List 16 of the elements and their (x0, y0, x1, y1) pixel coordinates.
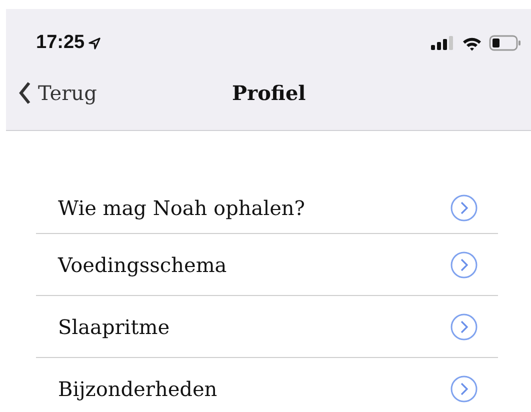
chevron-circle-icon (450, 250, 478, 278)
profile-menu-item[interactable]: Slaapritme (36, 296, 498, 358)
back-button[interactable]: Terug (6, 81, 97, 105)
location-arrow-icon (88, 36, 101, 50)
profile-menu-item[interactable]: Bijzonderheden (36, 358, 498, 412)
battery-icon (489, 35, 521, 51)
chevron-circle-icon (450, 375, 478, 403)
wifi-icon (462, 36, 482, 50)
chevron-circle-icon (450, 194, 478, 222)
profile-menu-item[interactable]: Voedingsschema (36, 234, 498, 296)
profile-menu-item[interactable]: Wie mag Noah ophalen? (36, 182, 498, 234)
chevron-circle-icon (450, 312, 478, 340)
page-title: Profiel (232, 81, 306, 105)
back-chevron-icon (18, 81, 32, 105)
status-time: 17:25 (36, 32, 85, 54)
signal-icon (431, 36, 455, 50)
